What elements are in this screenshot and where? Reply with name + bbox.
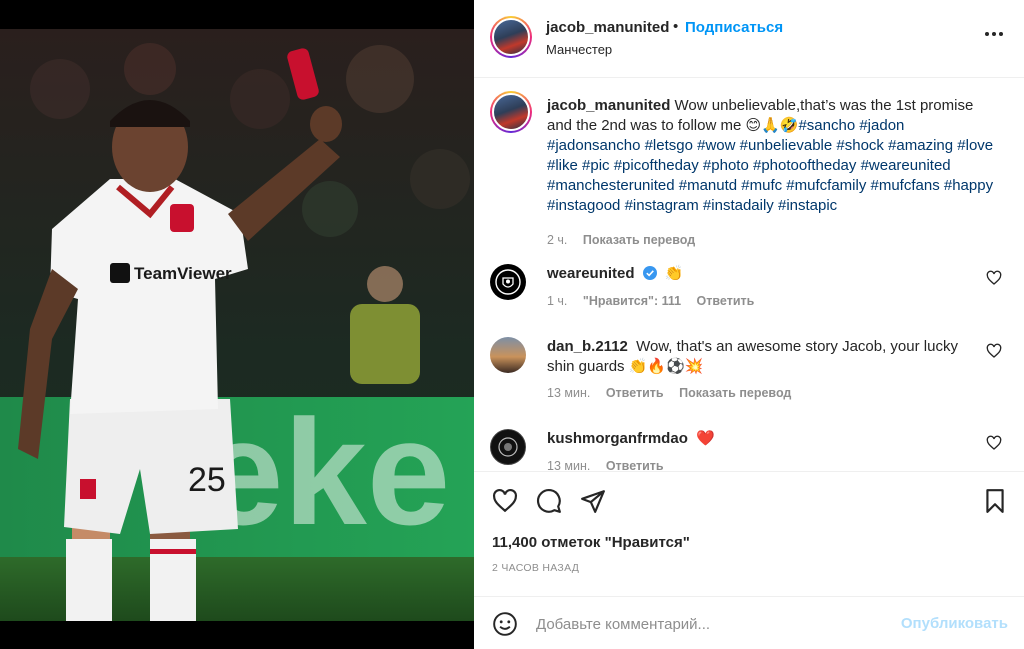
caption-text: jacob_manunited Wow unbelievable,that’s … <box>547 96 999 216</box>
emoji-icon[interactable] <box>492 611 518 637</box>
post-photo[interactable]: eke TeamViewer 25 <box>0 29 474 621</box>
comment-time[interactable]: 13 мин. <box>547 459 590 471</box>
caption-translate-button[interactable]: Показать перевод <box>583 233 695 247</box>
reply-button[interactable]: Ответить <box>697 294 755 308</box>
author-username[interactable]: jacob_manunited <box>546 19 669 36</box>
bookmark-icon[interactable] <box>982 488 1008 514</box>
commenter-username[interactable]: dan_b.2112 <box>547 338 628 355</box>
like-comment-icon[interactable] <box>986 270 1002 286</box>
comment-body: ❤️ <box>696 430 715 447</box>
post-header: jacob_manunited • Подписаться Манчестер <box>474 0 1024 78</box>
comment-text: kushmorganfrmdao ❤️ <box>547 429 977 449</box>
caption-time[interactable]: 2 ч. <box>547 233 567 247</box>
separator-dot: • <box>673 18 679 35</box>
comment-meta: 1 ч. "Нравится": 111 Ответить <box>547 294 754 308</box>
commenter-avatar[interactable] <box>490 429 526 465</box>
sponsor-text: TeamViewer <box>134 264 232 283</box>
comment-item: dan_b.2112 Wow, that's an awesome story … <box>490 337 1010 417</box>
comment-time[interactable]: 13 мин. <box>547 386 590 400</box>
like-comment-icon[interactable] <box>986 435 1002 451</box>
like-comment-icon[interactable] <box>986 343 1002 359</box>
caption-avatar[interactable] <box>490 91 532 133</box>
caption-meta: 2 ч. Показать перевод <box>547 233 695 247</box>
reply-button[interactable]: Ответить <box>606 386 664 400</box>
comment-item: kushmorganfrmdao ❤️ 13 мин. Ответить <box>490 429 1010 471</box>
follow-button[interactable]: Подписаться <box>685 19 783 36</box>
likes-count[interactable]: 11,400 отметок "Нравится" <box>492 534 690 551</box>
avatar-emblem-icon <box>498 437 518 457</box>
post-panel: jacob_manunited • Подписаться Манчестер … <box>474 0 1024 649</box>
reply-button[interactable]: Ответить <box>606 459 664 471</box>
comment-composer: Опубликовать <box>474 596 1024 649</box>
comment-text: weareunited 👏 <box>547 264 977 284</box>
comment-meta: 13 мин. Ответить <box>547 459 664 471</box>
post-image: eke TeamViewer 25 <box>0 29 474 621</box>
post-actions: 11,400 отметок "Нравится" 2 ЧАСОВ НАЗАД <box>474 471 1024 591</box>
comments-list[interactable]: jacob_manunited Wow unbelievable,that’s … <box>474 79 1024 471</box>
post-comment-button[interactable]: Опубликовать <box>901 615 1008 632</box>
club-crest-icon <box>495 269 521 295</box>
comment-text: dan_b.2112 Wow, that's an awesome story … <box>547 337 977 377</box>
like-heart-icon[interactable] <box>492 488 518 514</box>
comment-time[interactable]: 1 ч. <box>547 294 567 308</box>
author-avatar[interactable] <box>490 16 532 58</box>
location-link[interactable]: Манчестер <box>546 42 612 57</box>
commenter-username[interactable]: kushmorganfrmdao <box>547 430 688 447</box>
comment-item: weareunited 👏 1 ч. "Нравится": 111 Ответ… <box>490 264 1010 324</box>
post-timestamp[interactable]: 2 ЧАСОВ НАЗАД <box>492 562 579 574</box>
commenter-avatar[interactable] <box>490 337 526 373</box>
caption-username[interactable]: jacob_manunited <box>547 97 670 114</box>
verified-badge-icon <box>642 266 657 280</box>
comment-likes[interactable]: "Нравится": 111 <box>583 294 681 308</box>
board-text: eke <box>200 388 450 556</box>
comment-body: 👏 <box>664 265 684 282</box>
share-send-icon[interactable] <box>580 488 606 514</box>
comment-bubble-icon[interactable] <box>536 488 562 514</box>
comment-meta: 13 мин. Ответить Показать перевод <box>547 386 791 400</box>
shirt-number: 25 <box>188 461 226 499</box>
translate-button[interactable]: Показать перевод <box>679 386 791 400</box>
commenter-username[interactable]: weareunited <box>547 265 635 282</box>
comment-input[interactable] <box>536 611 876 637</box>
more-options-icon[interactable] <box>982 22 1006 46</box>
commenter-avatar[interactable] <box>490 264 526 300</box>
